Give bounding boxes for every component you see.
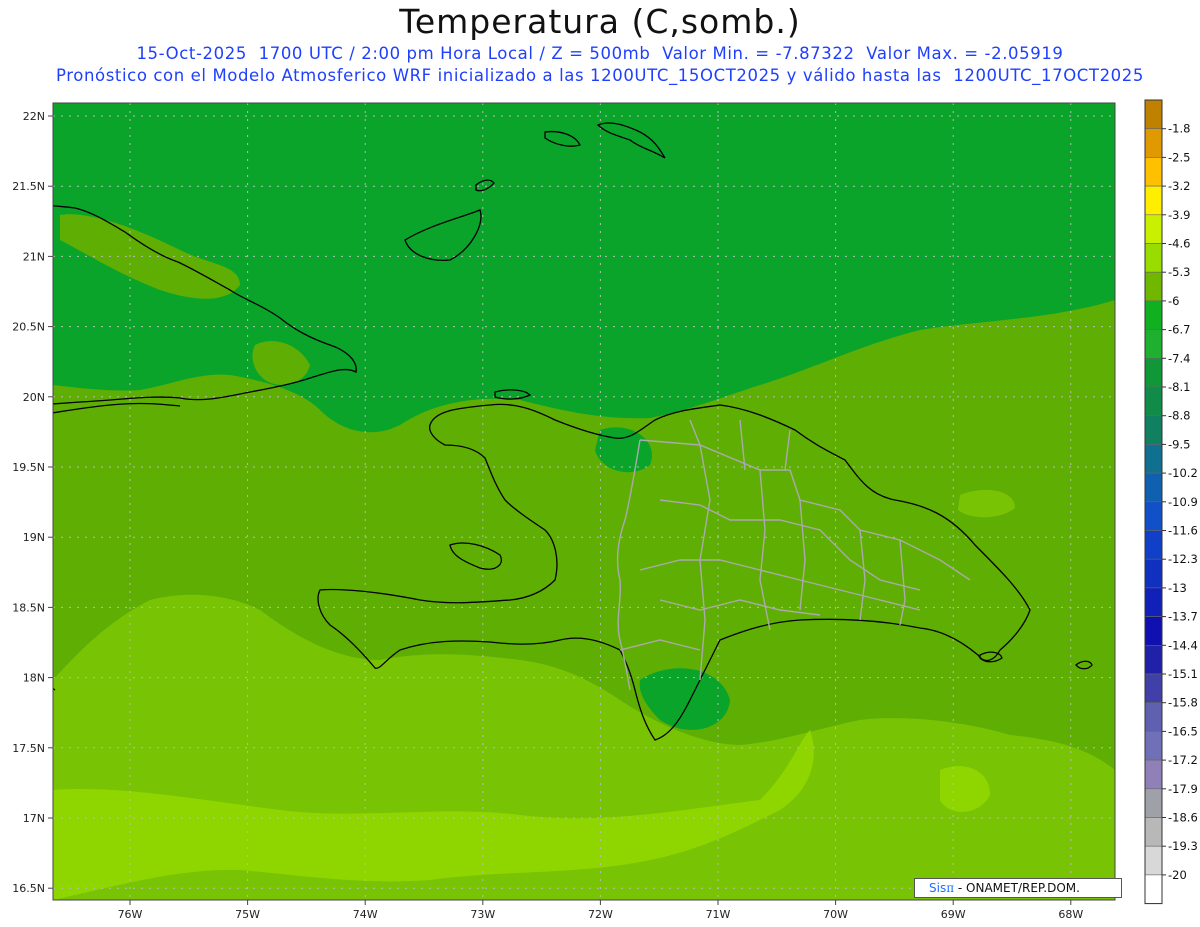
colorbar-swatch — [1144, 759, 1163, 790]
colorbar-label: -12.3 — [1168, 552, 1198, 566]
colorbar-label: -4.6 — [1168, 237, 1190, 251]
colorbar-swatch — [1144, 788, 1163, 818]
lon-label: 71W — [706, 908, 731, 921]
colorbar-label: -3.9 — [1168, 208, 1190, 222]
colorbar-swatch — [1144, 214, 1163, 244]
lon-label: 72W — [588, 908, 613, 921]
colorbar-label: -1.8 — [1168, 122, 1190, 136]
colorbar-label: -6 — [1168, 294, 1179, 308]
colorbar-label: -10.2 — [1168, 466, 1198, 480]
credit-org: - ONAMET/REP.DOM. — [954, 881, 1080, 895]
colorbar-label: -9.5 — [1168, 437, 1190, 451]
colorbar-label: -20 — [1168, 868, 1187, 882]
credit-box: Sisπ - ONAMET/REP.DOM. — [914, 878, 1122, 898]
latitude-axis: 22N 21.5N 21N 20.5N 20N 19.5N 19N 18.5N 18N 17.5N… — [12, 110, 53, 895]
lat-label: 17N — [23, 812, 45, 825]
lon-label: 69W — [941, 908, 966, 921]
lat-label: 19N — [23, 531, 45, 544]
colorbar-label: -14.4 — [1168, 638, 1198, 652]
colorbar-label: -13.7 — [1168, 610, 1198, 624]
colorbar-swatch — [1144, 558, 1163, 589]
lat-label: 16.5N — [12, 882, 45, 895]
colorbar-label: -6.7 — [1168, 323, 1190, 337]
longitude-axis: 76W 75W 74W 73W 72W 71W 70W 69W 68W — [118, 900, 1083, 921]
colorbar-label: -18.6 — [1168, 811, 1198, 825]
colorbar-swatch — [1144, 185, 1163, 216]
colorbar-label: -8.1 — [1168, 380, 1190, 394]
colorbar-swatch — [1144, 472, 1163, 503]
lon-label: 73W — [470, 908, 495, 921]
colorbar-swatch — [1144, 587, 1163, 617]
lat-label: 20N — [23, 391, 45, 404]
colorbar-swatch — [1144, 157, 1163, 187]
credit-pi: π — [946, 881, 955, 895]
colorbar-swatch — [1144, 616, 1163, 646]
colorbar-swatch — [1144, 357, 1163, 388]
colorbar-swatch — [1144, 702, 1163, 732]
colorbar-label: -5.3 — [1168, 265, 1190, 279]
lat-label: 17.5N — [12, 742, 45, 755]
colorbar-label: -15.8 — [1168, 696, 1198, 710]
lat-label: 22N — [23, 110, 45, 123]
lat-label: 20.5N — [12, 321, 45, 334]
colorbar-label: -11.6 — [1168, 524, 1198, 538]
colorbar-swatch — [1144, 817, 1163, 847]
colorbar-swatch — [1144, 731, 1163, 761]
colorbar-label: -8.8 — [1168, 409, 1190, 423]
colorbar-label: -15.1 — [1168, 667, 1198, 681]
lat-label: 18.5N — [12, 601, 45, 614]
colorbar-swatch — [1144, 329, 1163, 359]
lon-label: 70W — [823, 908, 848, 921]
colorbar-swatch — [1144, 243, 1163, 273]
credit-sis: Sis — [929, 881, 947, 895]
colorbar-label: -10.9 — [1168, 495, 1198, 509]
colorbar-swatch — [1144, 415, 1163, 445]
lon-label: 75W — [235, 908, 260, 921]
lon-label: 76W — [118, 908, 143, 921]
colorbar-label: -19.3 — [1168, 839, 1198, 853]
colorbar-swatch — [1144, 673, 1163, 704]
colorbar-swatch — [1144, 530, 1163, 560]
colorbar-swatch — [1144, 444, 1163, 474]
lon-label: 68W — [1058, 908, 1083, 921]
colorbar-label: -3.2 — [1168, 179, 1190, 193]
colorbar-label: -13 — [1168, 581, 1187, 595]
lon-label: 74W — [353, 908, 378, 921]
colorbar-label: -16.5 — [1168, 724, 1198, 738]
lat-label: 19.5N — [12, 461, 45, 474]
lat-label: 21.5N — [12, 180, 45, 193]
colorbar-swatch — [1144, 386, 1163, 417]
colorbar-swatch — [1144, 845, 1163, 876]
colorbar-label: -2.5 — [1168, 150, 1190, 164]
lat-label: 18N — [23, 672, 45, 685]
colorbar-swatch — [1144, 501, 1163, 531]
colorbar-swatch — [1144, 128, 1163, 158]
colorbar-swatch — [1144, 644, 1163, 675]
colorbar-swatch — [1144, 99, 1163, 130]
colorbar-swatch — [1144, 874, 1163, 904]
lat-label: 21N — [23, 250, 45, 263]
colorbar-swatch — [1144, 300, 1163, 330]
map-svg: 22N 21.5N 21N 20.5N 20N 19.5N 19N 18.5N 18N 17.5N… — [12, 99, 1198, 921]
colorbar: -1.8 -2.5 -3.2 -3.9 -4.6 -5.3 -6 -6.7 -7.4 -8.1 -8… — [1144, 99, 1198, 905]
colorbar-label: -7.4 — [1168, 351, 1190, 365]
temperature-field — [53, 103, 1115, 900]
colorbar-swatch — [1144, 271, 1163, 302]
colorbar-label: -17.2 — [1168, 753, 1198, 767]
colorbar-label: -17.9 — [1168, 782, 1198, 796]
